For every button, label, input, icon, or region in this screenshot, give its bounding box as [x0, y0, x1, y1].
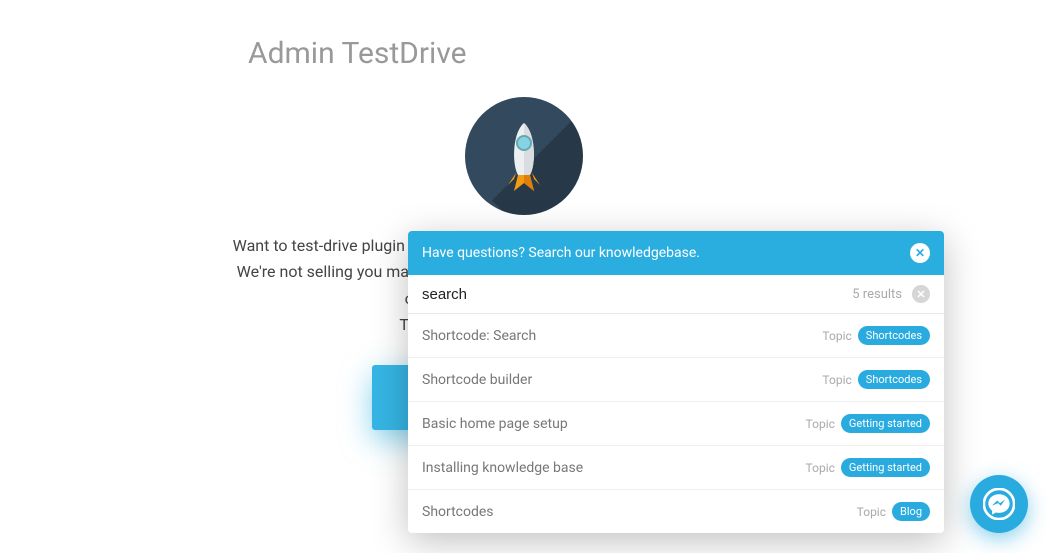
kb-result-list: Shortcode: Search Topic Shortcodes Short… — [408, 314, 944, 533]
kb-results-count: 5 results — [852, 287, 902, 302]
kb-topic-badge: Getting started — [841, 414, 930, 433]
chat-launcher-button[interactable] — [970, 475, 1028, 533]
kb-topic-badge: Shortcodes — [858, 326, 930, 345]
kb-topic-label: Topic — [806, 417, 835, 431]
page-title: Admin TestDrive — [248, 36, 1048, 71]
clear-search-icon[interactable]: ✕ — [912, 285, 930, 303]
kb-result-item[interactable]: Shortcode builder Topic Shortcodes — [408, 358, 944, 402]
kb-result-item[interactable]: Installing knowledge base Topic Getting … — [408, 446, 944, 490]
kb-topic-badge: Getting started — [841, 458, 930, 477]
kb-item-title: Installing knowledge base — [422, 460, 583, 476]
kb-topic-badge: Blog — [892, 502, 930, 521]
rocket-launch-icon — [465, 97, 583, 215]
kb-item-title: Shortcodes — [422, 504, 494, 520]
kb-result-item[interactable]: Shortcodes Topic Blog — [408, 490, 944, 533]
kb-topic-label: Topic — [822, 373, 851, 387]
kb-item-title: Basic home page setup — [422, 416, 568, 432]
kb-result-item[interactable]: Shortcode: Search Topic Shortcodes — [408, 314, 944, 358]
messenger-icon — [983, 488, 1015, 520]
kb-search-row: 5 results ✕ — [408, 275, 944, 314]
kb-header-text: Have questions? Search our knowledgebase… — [422, 245, 700, 261]
kb-item-title: Shortcode: Search — [422, 328, 536, 344]
kb-topic-label: Topic — [857, 505, 886, 519]
kb-search-input[interactable] — [422, 286, 852, 303]
close-icon[interactable]: ✕ — [910, 243, 930, 263]
kb-topic-badge: Shortcodes — [858, 370, 930, 389]
kb-topic-label: Topic — [806, 461, 835, 475]
knowledgebase-widget: Have questions? Search our knowledgebase… — [408, 231, 944, 533]
kb-item-title: Shortcode builder — [422, 372, 532, 388]
kb-topic-label: Topic — [822, 329, 851, 343]
kb-header: Have questions? Search our knowledgebase… — [408, 231, 944, 275]
kb-result-item[interactable]: Basic home page setup Topic Getting star… — [408, 402, 944, 446]
